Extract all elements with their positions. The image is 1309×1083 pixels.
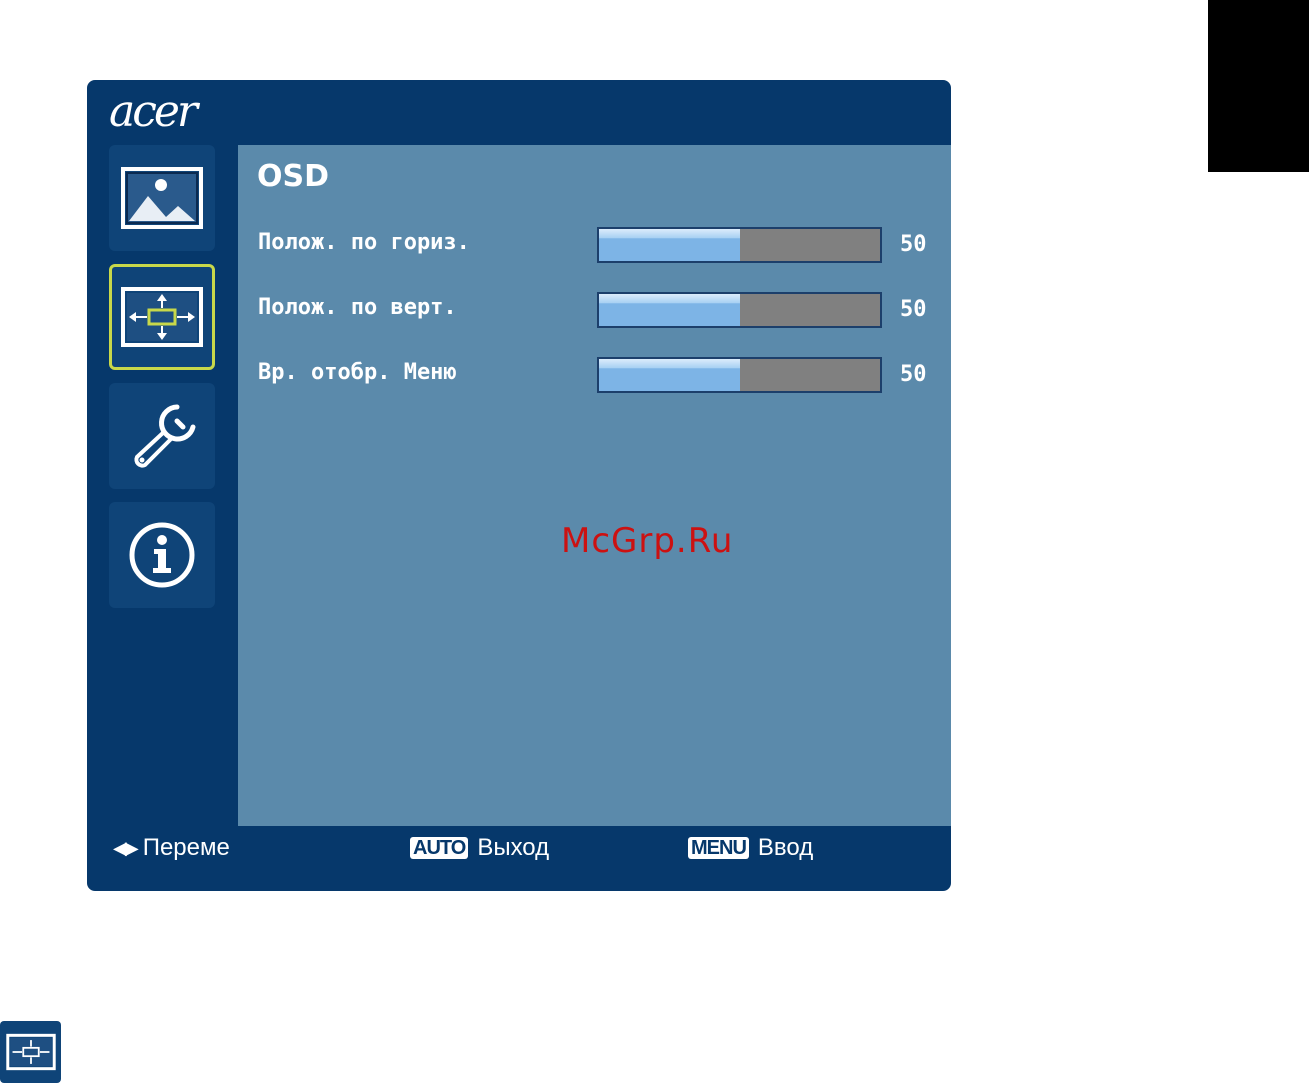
corner-tab <box>1208 0 1309 172</box>
nav-tile-settings[interactable] <box>109 383 215 489</box>
picture-icon <box>121 167 203 229</box>
vertical-position-slider[interactable] <box>597 292 882 328</box>
nav-tile-information[interactable] <box>109 502 215 608</box>
setting-value: 50 <box>900 362 927 387</box>
footer-auto-hint: AUTO Выход <box>410 828 549 868</box>
osd-settings-panel: OSD Полож. по гориз. 50 Полож. по верт. … <box>238 145 951 826</box>
setting-label: Вр. отобр. Меню <box>258 360 457 385</box>
slider-fill <box>599 359 740 391</box>
setting-label: Полож. по гориз. <box>258 230 470 255</box>
move-label: Переме <box>142 834 230 861</box>
setting-row-menu-timeout[interactable]: Вр. отобр. Меню 50 <box>238 353 951 393</box>
wrench-settings-icon <box>134 404 196 468</box>
auto-key-badge: AUTO <box>410 837 469 859</box>
menu-timeout-slider[interactable] <box>597 357 882 393</box>
osd-position-icon <box>121 287 203 347</box>
setting-row-vertical-position[interactable]: Полож. по верт. 50 <box>238 288 951 328</box>
slider-fill <box>599 229 740 261</box>
setting-row-horizontal-position[interactable]: Полож. по гориз. 50 <box>238 223 951 263</box>
osd-mini-icon-tile <box>0 1021 61 1083</box>
footer-move-hint: ◀▶ Переме <box>113 828 230 868</box>
acer-logo: acer <box>109 86 198 137</box>
nav-tile-osd[interactable] <box>109 264 215 370</box>
setting-value: 50 <box>900 297 927 322</box>
left-right-arrows-icon: ◀▶ <box>113 837 139 858</box>
setting-value: 50 <box>900 232 927 257</box>
slider-fill <box>599 294 740 326</box>
osd-menu-window: acer OSD Полож. по гориз. 50 Полож. по в… <box>87 80 951 891</box>
section-title: OSD <box>257 159 330 194</box>
watermark: McGrp.Ru <box>561 521 734 561</box>
exit-label: Выход <box>477 834 550 861</box>
menu-key-badge: MENU <box>688 837 749 859</box>
footer-menu-hint: MENU Ввод <box>688 828 813 868</box>
osd-position-icon <box>5 1033 56 1071</box>
info-icon <box>129 522 195 588</box>
horizontal-position-slider[interactable] <box>597 227 882 263</box>
nav-tile-picture[interactable] <box>109 145 215 251</box>
setting-label: Полож. по верт. <box>258 295 457 320</box>
enter-label: Ввод <box>757 834 814 861</box>
